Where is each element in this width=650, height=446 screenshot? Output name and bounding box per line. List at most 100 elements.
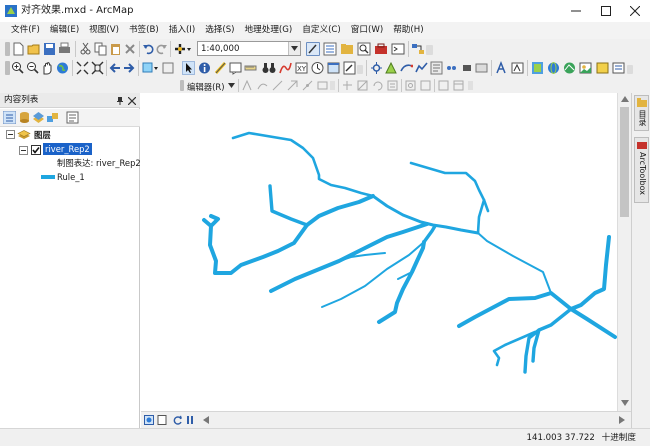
- menu-edit[interactable]: 编辑(E): [45, 22, 84, 39]
- rule-label[interactable]: Rule_1: [57, 171, 85, 183]
- trace-icon[interactable]: [287, 80, 298, 91]
- menu-selection[interactable]: 选择(S): [200, 22, 239, 39]
- delete-icon[interactable]: [124, 42, 136, 56]
- label-placement-icon[interactable]: [511, 61, 524, 75]
- toolbar-overflow-button[interactable]: [330, 81, 335, 90]
- rotate-icon[interactable]: [372, 80, 383, 91]
- arctoolbox-tab[interactable]: ArcToolbox: [634, 137, 649, 203]
- scroll-right-icon[interactable]: [619, 416, 625, 424]
- menu-insert[interactable]: 插入(I): [164, 22, 200, 39]
- refresh-icon[interactable]: [173, 415, 183, 425]
- zoom-out-icon[interactable]: [26, 61, 39, 75]
- catalog-window-icon[interactable]: [340, 42, 354, 56]
- find-binoculars-icon[interactable]: [262, 61, 276, 75]
- reshape-feature-icon[interactable]: [400, 61, 413, 75]
- search-window-icon[interactable]: [357, 42, 371, 56]
- minimize-button[interactable]: [561, 0, 591, 22]
- find-route-icon[interactable]: [279, 61, 292, 75]
- create-viewer-window-icon[interactable]: [327, 61, 340, 75]
- toolbar-overflow-button[interactable]: [357, 65, 363, 74]
- map-scale-combobox[interactable]: 1:40,000: [197, 41, 301, 56]
- scroll-up-icon[interactable]: [621, 96, 629, 102]
- undo-icon[interactable]: [142, 42, 154, 56]
- representation-tools-icon[interactable]: [385, 61, 398, 75]
- fixed-zoom-out-icon[interactable]: [91, 61, 104, 75]
- go-back-icon[interactable]: [109, 61, 121, 75]
- pin-icon[interactable]: [116, 96, 124, 105]
- imagery-icon[interactable]: [579, 61, 592, 75]
- select-elements-icon[interactable]: [182, 61, 195, 75]
- reshape-icon[interactable]: [257, 80, 268, 91]
- cut-icon[interactable]: [79, 42, 92, 56]
- edit-vertices-icon[interactable]: [242, 80, 253, 91]
- select-by-graphic-icon[interactable]: [142, 61, 160, 75]
- attributes-icon[interactable]: [596, 61, 609, 75]
- marker-placement-icon[interactable]: [445, 61, 458, 75]
- copy-icon[interactable]: [94, 42, 107, 56]
- editor-toolbar-icon[interactable]: [306, 42, 320, 56]
- maximize-button[interactable]: [591, 0, 621, 22]
- open-folder-icon[interactable]: [27, 42, 41, 56]
- pan-icon[interactable]: [41, 61, 54, 75]
- close-icon[interactable]: [128, 97, 136, 105]
- menu-help[interactable]: 帮助(H): [388, 22, 428, 39]
- menu-file[interactable]: 文件(F): [6, 22, 45, 39]
- go-forward-icon[interactable]: [123, 61, 135, 75]
- layer-properties-icon[interactable]: [475, 61, 488, 75]
- editing-options-icon[interactable]: [438, 80, 449, 91]
- image-analysis-icon[interactable]: [531, 61, 544, 75]
- split-tool-icon[interactable]: [342, 80, 353, 91]
- chevron-down-icon[interactable]: [228, 83, 235, 88]
- toolbar-overflow-button[interactable]: [627, 65, 633, 74]
- layer-name-river-rep2[interactable]: river_Rep2: [43, 143, 92, 155]
- measure-icon[interactable]: [244, 61, 257, 75]
- full-extent-icon[interactable]: [56, 61, 69, 75]
- toolbar-grip[interactable]: [180, 80, 184, 91]
- list-by-source-icon[interactable]: [18, 111, 31, 124]
- toolbar-overflow-button[interactable]: [468, 81, 473, 90]
- sketch-properties-icon[interactable]: [405, 80, 416, 91]
- map-view[interactable]: [141, 93, 617, 411]
- scale-dropdown-arrow[interactable]: [288, 42, 300, 55]
- overrides-icon[interactable]: [430, 61, 443, 75]
- arcmap-app-icon[interactable]: [5, 5, 17, 17]
- menu-geoprocessing[interactable]: 地理处理(G): [240, 22, 298, 39]
- python-window-icon[interactable]: [391, 42, 405, 56]
- edit-tool-icon[interactable]: [343, 61, 356, 75]
- save-icon[interactable]: [43, 42, 56, 56]
- new-document-icon[interactable]: [12, 42, 25, 56]
- scrollbar-thumb[interactable]: [620, 107, 629, 217]
- create-templates-icon[interactable]: [453, 80, 464, 91]
- free-representation-icon[interactable]: [461, 61, 473, 75]
- zoom-in-icon[interactable]: [11, 61, 24, 75]
- list-by-visibility-icon[interactable]: [32, 111, 45, 124]
- sketch-properties-icon[interactable]: [612, 61, 625, 75]
- identify-icon[interactable]: [198, 61, 211, 75]
- editor-menu[interactable]: 编辑器(R): [187, 81, 224, 93]
- layer-visibility-checkbox[interactable]: [31, 145, 41, 155]
- list-by-drawing-order-icon[interactable]: [3, 111, 16, 124]
- pause-drawing-icon[interactable]: [185, 415, 195, 425]
- fixed-zoom-in-icon[interactable]: [76, 61, 89, 75]
- menu-windows[interactable]: 窗口(W): [346, 22, 388, 39]
- print-icon[interactable]: [58, 42, 71, 56]
- edit-annotation-icon[interactable]: [317, 80, 329, 91]
- collapse-layer-icon[interactable]: [19, 146, 28, 155]
- menu-customize[interactable]: 自定义(C): [297, 22, 346, 39]
- arcscene-icon[interactable]: [563, 61, 576, 75]
- layout-view-icon[interactable]: [157, 415, 167, 425]
- toolbar-grip[interactable]: [5, 42, 10, 56]
- toc-options-icon[interactable]: [66, 111, 79, 124]
- add-data-icon[interactable]: [174, 42, 192, 56]
- arctoolbox-icon[interactable]: [374, 42, 388, 56]
- close-window-button[interactable]: [620, 0, 650, 22]
- toolbar-overflow-button[interactable]: [426, 45, 433, 55]
- go-to-xy-icon[interactable]: XY: [295, 61, 308, 75]
- table-of-contents-icon[interactable]: [323, 42, 337, 56]
- paste-icon[interactable]: [109, 42, 122, 56]
- collapse-layers-icon[interactable]: [6, 130, 15, 139]
- layers-root-label[interactable]: 图层: [34, 129, 51, 141]
- attributes-edit-icon[interactable]: [387, 80, 398, 91]
- globe-view-icon[interactable]: [547, 61, 560, 75]
- time-slider-icon[interactable]: [311, 61, 324, 75]
